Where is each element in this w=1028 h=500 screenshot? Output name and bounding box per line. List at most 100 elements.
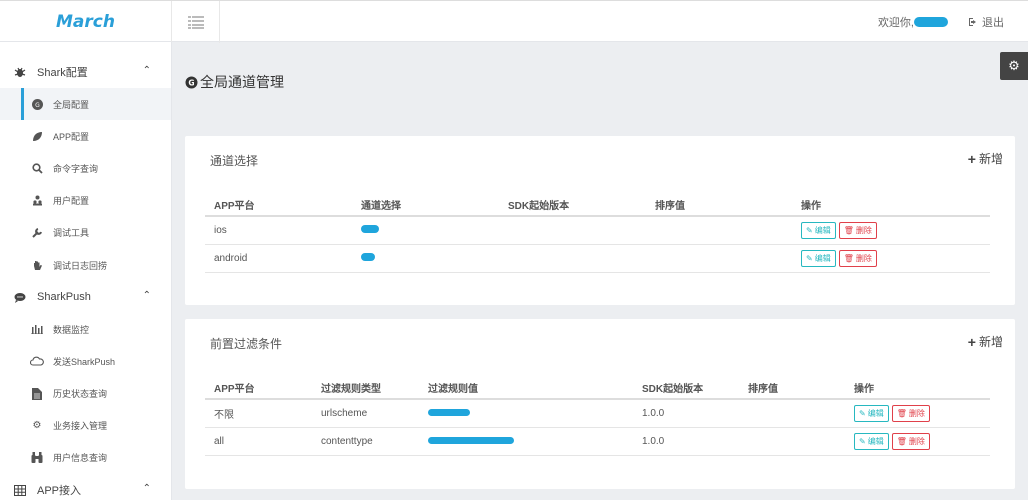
channel-panel: 通道选择 + 新增 APP平台 通道选择 SDK起始版本 排序值 操作 ios xyxy=(185,136,1015,305)
sidebar-group-sharkpush[interactable]: SharkPush ⌃ xyxy=(0,281,171,313)
pencil-icon: ✎ xyxy=(859,436,866,446)
trash-icon: 🗑 xyxy=(843,253,854,263)
sidebar-item-label: 调试工具 xyxy=(53,228,90,239)
edit-label: 编辑 xyxy=(867,408,884,418)
edit-button[interactable]: ✎ 编辑 xyxy=(801,221,836,239)
delete-button[interactable]: 🗑 删除 xyxy=(891,404,930,422)
sidebar-item-label: APP配置 xyxy=(53,131,90,142)
chevron-up-icon: ⌃ xyxy=(142,483,151,495)
edit-button[interactable]: ✎ 编辑 xyxy=(854,432,889,450)
sdk-cell xyxy=(499,244,646,273)
users-icon xyxy=(30,195,44,206)
sidebar-item-global-config[interactable]: G 全局配置 xyxy=(0,88,171,121)
google-plus-icon: G xyxy=(30,98,44,110)
sidebar-group-app-access[interactable]: APP接入 ⌃ xyxy=(0,474,171,500)
trash-icon: 🗑 xyxy=(896,408,907,418)
sidebar-item-label: 全局配置 xyxy=(53,99,90,110)
column-header: 操作 xyxy=(792,194,990,217)
logout-link[interactable]: 退出 xyxy=(968,14,1004,30)
list-icon xyxy=(187,15,204,29)
redacted-username xyxy=(914,17,948,27)
top-bar: March 欢迎你, 退出 xyxy=(0,0,1028,43)
cloud-icon xyxy=(30,356,44,366)
sidebar-item-app-config[interactable]: APP配置 xyxy=(0,120,171,152)
plus-icon: + xyxy=(967,150,976,167)
leaf-icon xyxy=(30,131,44,142)
sidebar-item-debug-log[interactable]: 调试日志回捞 xyxy=(0,249,171,281)
gear-icon: ⚙ xyxy=(1008,58,1020,73)
rule-type-cell: urlscheme xyxy=(312,399,419,428)
filter-panel: 前置过滤条件 + 新增 APP平台 过滤规则类型 过滤规则值 SDK起始版本 排… xyxy=(185,319,1015,489)
page-title: G 全局通道管理 xyxy=(185,72,284,92)
sidebar-item-send-sharkpush[interactable]: 发送SharkPush xyxy=(0,345,171,377)
search-icon xyxy=(30,163,44,174)
rule-value-cell xyxy=(419,399,633,428)
column-header: 操作 xyxy=(845,377,990,400)
wrench-icon xyxy=(30,227,44,239)
panel-title: 通道选择 xyxy=(210,154,259,168)
edit-button[interactable]: ✎ 编辑 xyxy=(854,404,889,422)
actions-cell: ✎ 编辑 🗑 删除 xyxy=(845,427,990,456)
sidebar-item-user-config[interactable]: 用户配置 xyxy=(0,185,171,217)
edit-label: 编辑 xyxy=(814,225,831,235)
sidebar-item-data-monitor[interactable]: 数据监控 xyxy=(0,313,171,345)
column-header: APP平台 xyxy=(205,377,312,400)
pencil-icon: ✎ xyxy=(806,225,813,235)
redacted-value xyxy=(428,408,470,416)
order-cell xyxy=(739,427,845,456)
sidebar-item-label: 调试日志回捞 xyxy=(53,260,108,271)
redacted-value xyxy=(428,436,514,444)
edit-button[interactable]: ✎ 编辑 xyxy=(801,249,836,267)
sidebar-group-label: APP接入 xyxy=(37,485,82,498)
sidebar-item-history-status[interactable]: 历史状态查询 xyxy=(0,378,171,410)
actions-cell: ✎ 编辑 🗑 删除 xyxy=(845,399,990,428)
table-header-row: APP平台 通道选择 SDK起始版本 排序值 操作 xyxy=(205,194,990,217)
actions-cell: ✎ 编辑 🗑 删除 xyxy=(792,216,990,245)
delete-button[interactable]: 🗑 删除 xyxy=(891,432,930,450)
sidebar-item-label: 用户信息查询 xyxy=(53,453,108,464)
menu-toggle-button[interactable] xyxy=(172,1,220,43)
sidebar-group-shark-config[interactable]: Shark配置 ⌃ xyxy=(0,56,171,88)
bar-chart-icon xyxy=(30,324,44,335)
sidebar-item-business-access[interactable]: ⚙ 业务接入管理 xyxy=(0,410,171,442)
delete-button[interactable]: 🗑 删除 xyxy=(838,249,877,267)
column-header: 排序值 xyxy=(646,194,792,217)
add-channel-button[interactable]: + 新增 xyxy=(968,150,1003,167)
pencil-icon: ✎ xyxy=(859,408,866,418)
hand-icon xyxy=(30,260,44,271)
redacted-value xyxy=(361,224,379,233)
file-icon xyxy=(30,387,44,400)
panel-title: 前置过滤条件 xyxy=(210,337,283,351)
add-label: 新增 xyxy=(978,152,1003,166)
column-header: SDK起始版本 xyxy=(633,377,739,400)
table-header-row: APP平台 过滤规则类型 过滤规则值 SDK起始版本 排序值 操作 xyxy=(205,377,990,400)
actions-cell: ✎ 编辑 🗑 删除 xyxy=(792,244,990,273)
sidebar-item-command-query[interactable]: 命令字查询 xyxy=(0,152,171,184)
add-label: 新增 xyxy=(978,335,1003,349)
logout-label: 退出 xyxy=(982,17,1004,29)
google-plus-icon: G xyxy=(185,76,198,88)
sidebar-item-label: 历史状态查询 xyxy=(53,389,108,400)
sidebar-item-debug-tools[interactable]: 调试工具 xyxy=(0,217,171,249)
add-filter-button[interactable]: + 新增 xyxy=(968,333,1003,350)
sidebar-group-label: SharkPush xyxy=(37,291,91,304)
sidebar-item-label: 业务接入管理 xyxy=(53,421,108,432)
sidebar-group-label: Shark配置 xyxy=(37,67,88,79)
rule-type-cell: contenttype xyxy=(312,427,419,456)
column-header: 通道选择 xyxy=(352,194,499,217)
svg-text:G: G xyxy=(35,102,40,109)
column-header: 过滤规则值 xyxy=(419,377,633,400)
settings-toggle-button[interactable]: ⚙ xyxy=(1000,52,1028,80)
rule-value-cell xyxy=(419,427,633,456)
sign-out-icon xyxy=(969,18,976,26)
app-logo[interactable]: March xyxy=(0,1,172,43)
platform-cell: android xyxy=(205,244,352,273)
delete-label: 删除 xyxy=(855,253,872,263)
redacted-value xyxy=(361,252,375,261)
delete-button[interactable]: 🗑 删除 xyxy=(838,221,877,239)
sidebar-item-user-info[interactable]: 用户信息查询 xyxy=(0,442,171,474)
channel-cell xyxy=(352,244,499,273)
platform-cell: all xyxy=(205,427,312,456)
comment-icon xyxy=(12,292,28,303)
order-cell xyxy=(646,244,792,273)
